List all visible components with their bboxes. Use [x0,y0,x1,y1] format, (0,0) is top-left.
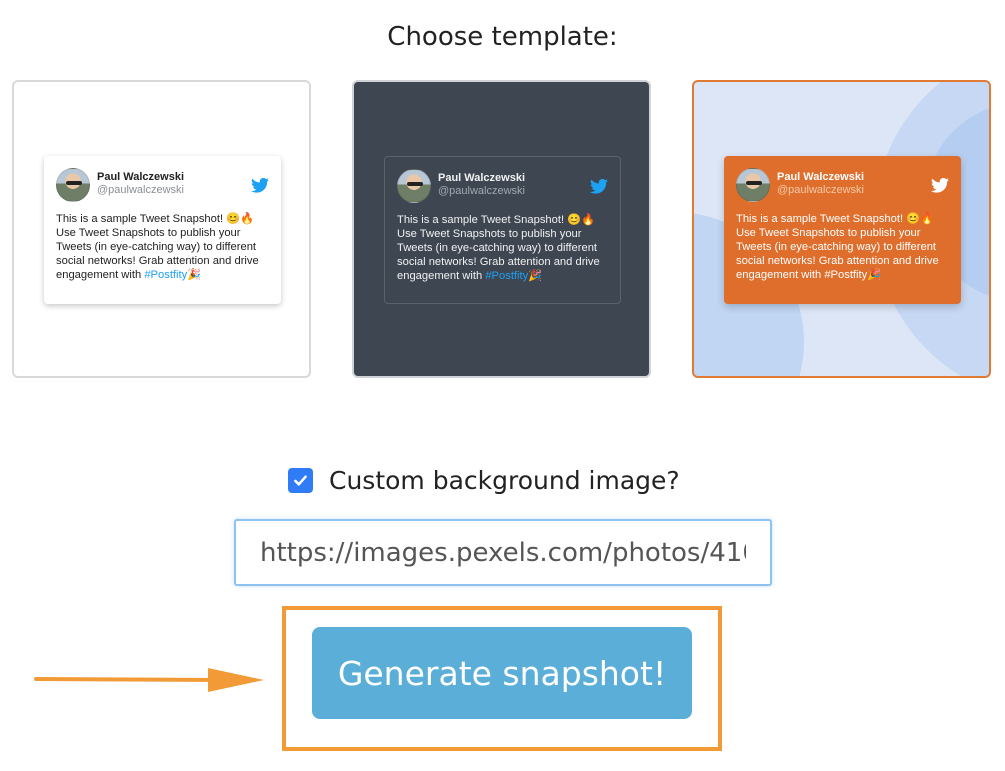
generate-snapshot-button[interactable]: Generate snapshot! [312,627,692,719]
tweet-text: This is a sample Tweet Snapshot! 😊🔥 Use … [56,213,259,281]
tweet-preview-card: Paul Walczewski @paulwalczewski This is … [724,156,961,304]
tweet-header: Paul Walczewski @paulwalczewski [56,168,269,208]
tweet-author-name: Paul Walczewski [97,171,185,183]
tweet-hashtag: #Postfity [485,270,529,282]
avatar [397,169,431,203]
twitter-bird-icon [251,178,269,193]
tweet-header: Paul Walczewski @paulwalczewski [736,168,949,208]
checkmark-icon [294,474,307,486]
tweet-header: Paul Walczewski @paulwalczewski [397,169,608,209]
custom-background-checkbox[interactable] [288,467,313,493]
twitter-bird-icon [590,179,608,194]
tweet-author-name: Paul Walczewski [777,171,865,183]
template-option-custom-background[interactable]: Paul Walczewski @paulwalczewski This is … [692,80,991,378]
background-url-input[interactable] [234,519,772,586]
tweet-preview-card: Paul Walczewski @paulwalczewski This is … [384,156,621,304]
tweet-text: This is a sample Tweet Snapshot! 😊🔥 Use … [397,214,600,282]
tweet-hashtag: #Postfity [824,269,868,281]
arrow-right-icon [34,668,264,692]
tweet-hashtag: #Postfity [144,269,188,281]
avatar [56,168,90,202]
twitter-bird-icon [931,178,949,193]
tweet-text: This is a sample Tweet Snapshot! 😊🔥 Use … [736,213,939,281]
template-option-dark[interactable]: Paul Walczewski @paulwalczewski This is … [352,80,651,378]
tweet-author-handle: @paulwalczewski [97,183,184,196]
choose-template-heading: Choose template: [387,22,618,52]
avatar [736,168,770,202]
custom-background-option: Custom background image? [288,462,680,498]
tweet-author-name: Paul Walczewski [438,172,526,184]
template-option-light[interactable]: Paul Walczewski @paulwalczewski This is … [12,80,311,378]
custom-background-label[interactable]: Custom background image? [329,466,680,495]
tweet-preview-card: Paul Walczewski @paulwalczewski This is … [44,156,281,304]
tweet-author-handle: @paulwalczewski [438,184,525,197]
tweet-author-handle: @paulwalczewski [777,183,864,196]
